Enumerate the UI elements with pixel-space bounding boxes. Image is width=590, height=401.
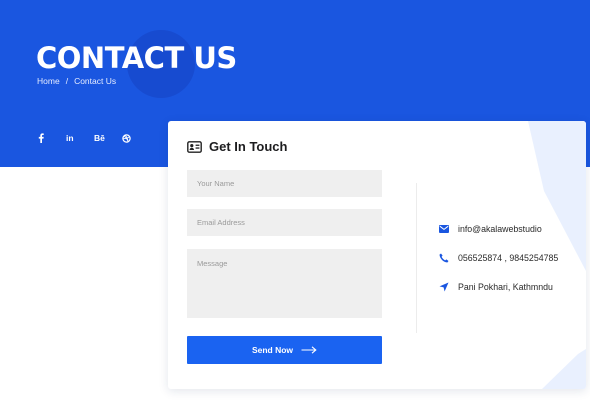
- phone-text[interactable]: 056525874 , 9845254785: [458, 253, 558, 263]
- behance-label: Bē: [94, 133, 105, 143]
- dribbble-icon[interactable]: [118, 130, 146, 146]
- message-textarea[interactable]: [187, 249, 382, 318]
- send-button[interactable]: Send Now: [187, 336, 382, 364]
- arrow-right-icon: [301, 346, 317, 354]
- contact-card: Get In Touch Send Now info@akalawebstudi…: [168, 121, 586, 389]
- breadcrumb: Home / Contact Us: [37, 75, 116, 87]
- email-input[interactable]: [187, 209, 382, 236]
- form-header: Get In Touch: [187, 139, 287, 154]
- name-input[interactable]: [187, 170, 382, 197]
- linkedin-label: in: [66, 133, 74, 143]
- form-title: Get In Touch: [209, 139, 288, 154]
- breadcrumb-home[interactable]: Home: [37, 75, 60, 87]
- page-title: CONTACT US: [36, 41, 237, 75]
- breadcrumb-separator: /: [65, 76, 69, 86]
- email-text[interactable]: info@akalawebstudio: [458, 224, 542, 234]
- contact-card-icon: [187, 140, 202, 153]
- email-info: info@akalawebstudio: [439, 221, 558, 236]
- linkedin-icon[interactable]: in: [62, 130, 90, 146]
- location-arrow-icon: [439, 282, 449, 292]
- envelope-icon: [439, 224, 449, 233]
- contact-info: info@akalawebstudio 056525874 , 98452547…: [439, 221, 558, 308]
- address-text: Pani Pokhari, Kathmndu: [458, 281, 553, 292]
- social-links: in Bē: [34, 130, 146, 146]
- facebook-icon[interactable]: [34, 130, 62, 146]
- divider: [416, 183, 417, 333]
- send-button-label: Send Now: [251, 345, 294, 355]
- phone-info: 056525874 , 9845254785: [439, 250, 558, 265]
- behance-icon[interactable]: Bē: [90, 130, 118, 146]
- address-info: Pani Pokhari, Kathmndu: [439, 279, 558, 294]
- breadcrumb-current: Contact Us: [74, 76, 117, 86]
- phone-icon: [439, 253, 449, 263]
